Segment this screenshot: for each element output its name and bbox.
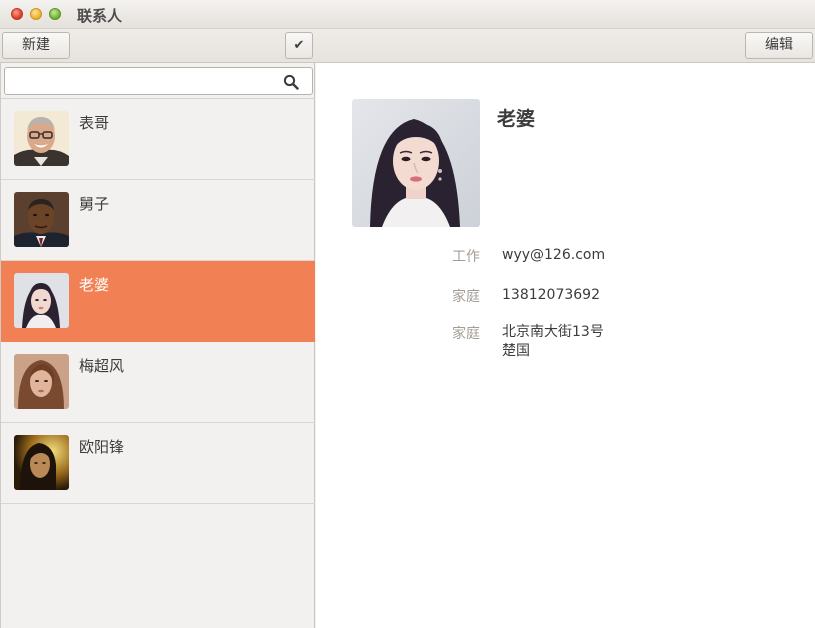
contact-row-0[interactable]: 表哥 bbox=[1, 99, 315, 180]
contacts-sidebar: 表哥 舅子 老婆 梅超风 欧阳锋 bbox=[0, 63, 315, 628]
contact-name: 舅子 bbox=[79, 195, 110, 213]
home-address-value[interactable]: 北京南大街13号 楚国 bbox=[502, 323, 604, 361]
toolbar: 新建 ✔ 编辑 bbox=[0, 29, 815, 63]
edit-contact-button[interactable]: 编辑 bbox=[745, 32, 813, 59]
check-icon: ✔ bbox=[293, 38, 305, 53]
contact-photo[interactable] bbox=[352, 99, 480, 227]
contact-name: 欧阳锋 bbox=[79, 438, 125, 456]
contact-row-3[interactable]: 梅超风 bbox=[1, 342, 315, 423]
search-icon[interactable] bbox=[283, 74, 299, 90]
title-bar: 联系人 bbox=[0, 0, 815, 29]
search-row bbox=[1, 63, 315, 99]
contact-row-4[interactable]: 欧阳锋 bbox=[1, 423, 315, 504]
home-phone-value[interactable]: 13812073692 bbox=[502, 286, 600, 305]
maximize-window-button[interactable] bbox=[49, 8, 61, 20]
avatar bbox=[14, 435, 69, 490]
work-email-label: 工作 bbox=[452, 249, 480, 265]
window-title: 联系人 bbox=[77, 7, 123, 25]
contact-name: 老婆 bbox=[79, 276, 110, 294]
contact-detail-pane: 老婆 工作 wyy@126.com 家庭 13812073692 家庭 北京南大… bbox=[316, 63, 815, 628]
avatar bbox=[14, 111, 69, 166]
work-email-value[interactable]: wyy@126.com bbox=[502, 246, 605, 265]
avatar bbox=[14, 192, 69, 247]
contact-list: 表哥 舅子 老婆 梅超风 欧阳锋 bbox=[1, 99, 315, 504]
contact-name: 表哥 bbox=[79, 114, 110, 132]
select-button[interactable]: ✔ bbox=[285, 32, 313, 59]
close-window-button[interactable] bbox=[11, 8, 23, 20]
home-address-label: 家庭 bbox=[452, 326, 480, 342]
avatar bbox=[14, 354, 69, 409]
avatar bbox=[14, 273, 69, 328]
address-line-2: 楚国 bbox=[502, 343, 530, 359]
contact-row-1[interactable]: 舅子 bbox=[1, 180, 315, 261]
contact-row-2[interactable]: 老婆 bbox=[1, 261, 315, 342]
contact-name: 梅超风 bbox=[79, 357, 125, 375]
address-line-1: 北京南大街13号 bbox=[502, 324, 604, 340]
contact-detail-name: 老婆 bbox=[497, 108, 536, 130]
minimize-window-button[interactable] bbox=[30, 8, 42, 20]
new-contact-button[interactable]: 新建 bbox=[2, 32, 70, 59]
search-input[interactable] bbox=[4, 67, 313, 95]
home-phone-label: 家庭 bbox=[452, 289, 480, 305]
